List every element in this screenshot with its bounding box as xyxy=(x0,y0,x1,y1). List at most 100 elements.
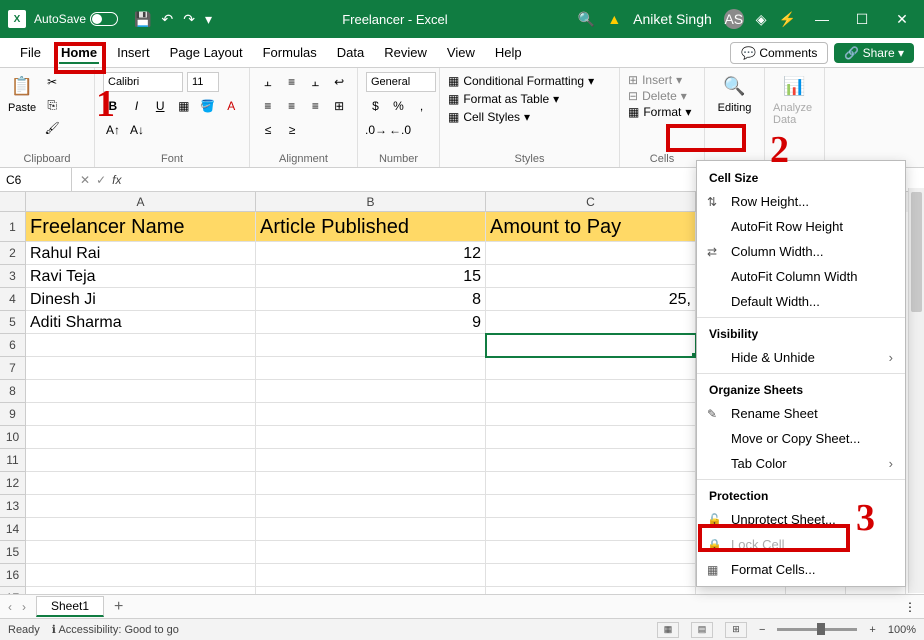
add-sheet-button[interactable]: + xyxy=(114,598,123,616)
menu-move-copy-sheet[interactable]: Move or Copy Sheet... xyxy=(697,426,905,451)
row-head[interactable]: 1 xyxy=(0,212,26,242)
autosave-toggle[interactable]: AutoSave xyxy=(34,12,118,26)
cell[interactable] xyxy=(256,449,486,472)
menu-rename-sheet[interactable]: ✎Rename Sheet xyxy=(697,401,905,426)
align-middle-icon[interactable]: ≡ xyxy=(282,72,302,92)
decrease-decimal-icon[interactable]: ←.0 xyxy=(390,120,410,140)
comma-icon[interactable]: , xyxy=(412,96,431,116)
bold-button[interactable]: B xyxy=(103,96,123,116)
row-head[interactable]: 7 xyxy=(0,357,26,380)
indent-left-icon[interactable]: ≤ xyxy=(258,120,278,140)
cell[interactable] xyxy=(26,380,256,403)
row-head[interactable]: 16 xyxy=(0,564,26,587)
zoom-level[interactable]: 100% xyxy=(888,624,916,636)
analyze-data-button[interactable]: 📊 Analyze Data xyxy=(773,72,816,126)
copy-icon[interactable]: ⎘ xyxy=(42,95,62,115)
align-right-icon[interactable]: ≡ xyxy=(306,96,326,116)
accessibility-status[interactable]: ℹ Accessibility: Good to go xyxy=(52,623,179,636)
tab-file[interactable]: File xyxy=(10,41,51,64)
selected-cell[interactable] xyxy=(486,334,696,357)
cells-insert-button[interactable]: ⊞ Insert ▾ xyxy=(628,72,696,88)
diamond-icon[interactable]: ◈ xyxy=(756,11,767,28)
cell[interactable] xyxy=(486,357,696,380)
cell[interactable] xyxy=(256,495,486,518)
cell[interactable] xyxy=(256,380,486,403)
cell[interactable] xyxy=(486,541,696,564)
col-head-c[interactable]: C xyxy=(486,192,696,212)
cell[interactable]: Ravi Teja xyxy=(26,265,256,288)
cell[interactable] xyxy=(486,495,696,518)
zoom-slider[interactable] xyxy=(777,628,857,631)
select-all-corner[interactable] xyxy=(0,192,26,212)
currency-icon[interactable]: $ xyxy=(366,96,385,116)
align-center-icon[interactable]: ≡ xyxy=(282,96,302,116)
underline-button[interactable]: U xyxy=(150,96,170,116)
tab-review[interactable]: Review xyxy=(374,41,437,64)
font-color-button[interactable]: A xyxy=(221,96,241,116)
zoom-in-button[interactable]: + xyxy=(869,624,875,636)
cell[interactable] xyxy=(26,334,256,357)
cell[interactable] xyxy=(846,587,906,594)
menu-format-cells[interactable]: ▦Format Cells... xyxy=(697,557,905,582)
cell[interactable] xyxy=(256,587,486,594)
col-head-a[interactable]: A xyxy=(26,192,256,212)
cell[interactable] xyxy=(486,380,696,403)
cell[interactable] xyxy=(26,449,256,472)
cut-icon[interactable]: ✂ xyxy=(42,72,62,92)
minimize-button[interactable]: — xyxy=(808,11,836,27)
format-painter-icon[interactable]: 🖌 xyxy=(42,118,62,138)
row-head[interactable]: 5 xyxy=(0,311,26,334)
cell[interactable] xyxy=(256,518,486,541)
normal-view-button[interactable]: ▦ xyxy=(657,622,679,638)
row-head[interactable]: 14 xyxy=(0,518,26,541)
enter-formula-icon[interactable]: ✓ xyxy=(96,173,106,187)
username[interactable]: Aniket Singh xyxy=(633,11,712,27)
row-head[interactable]: 17 xyxy=(0,587,26,594)
cell[interactable] xyxy=(26,495,256,518)
cell[interactable] xyxy=(486,242,696,265)
cell[interactable] xyxy=(256,541,486,564)
sheet-nav-prev[interactable]: ‹ xyxy=(8,600,12,614)
menu-default-width[interactable]: Default Width... xyxy=(697,289,905,314)
row-head[interactable]: 13 xyxy=(0,495,26,518)
cell[interactable] xyxy=(256,357,486,380)
cell[interactable]: 8 xyxy=(256,288,486,311)
cell[interactable]: Dinesh Ji xyxy=(26,288,256,311)
tab-home[interactable]: Home xyxy=(51,41,107,64)
row-head[interactable]: 10 xyxy=(0,426,26,449)
paste-button[interactable]: 📋 Paste xyxy=(8,72,36,114)
cell[interactable]: 15 xyxy=(256,265,486,288)
row-head[interactable]: 11 xyxy=(0,449,26,472)
qat-dropdown-icon[interactable]: ▾ xyxy=(205,11,212,28)
cell[interactable] xyxy=(26,587,256,594)
page-break-view-button[interactable]: ⊞ xyxy=(725,622,747,638)
vertical-scrollbar[interactable] xyxy=(908,188,924,593)
cell[interactable]: Freelancer Name xyxy=(26,212,256,242)
wrap-text-icon[interactable]: ↩ xyxy=(329,72,349,92)
menu-unprotect-sheet[interactable]: 🔓Unprotect Sheet... xyxy=(697,507,905,532)
cell[interactable] xyxy=(486,449,696,472)
cell[interactable]: Rahul Rai xyxy=(26,242,256,265)
cell[interactable] xyxy=(486,403,696,426)
font-size-dropdown[interactable]: 11 xyxy=(187,72,219,92)
conditional-formatting-button[interactable]: ▦ Conditional Formatting ▾ xyxy=(448,72,611,90)
align-left-icon[interactable]: ≡ xyxy=(258,96,278,116)
cell[interactable] xyxy=(486,587,696,594)
fx-icon[interactable]: fx xyxy=(112,173,121,187)
row-head[interactable]: 15 xyxy=(0,541,26,564)
row-head[interactable]: 6 xyxy=(0,334,26,357)
align-bottom-icon[interactable]: ⫠ xyxy=(306,72,326,92)
page-layout-view-button[interactable]: ▤ xyxy=(691,622,713,638)
editing-button[interactable]: 🔍 Editing xyxy=(713,72,756,114)
tab-data[interactable]: Data xyxy=(327,41,374,64)
menu-row-height[interactable]: ⇅Row Height... xyxy=(697,189,905,214)
tab-insert[interactable]: Insert xyxy=(107,41,160,64)
menu-column-width[interactable]: ⇄Column Width... xyxy=(697,239,905,264)
decrease-font-icon[interactable]: A↓ xyxy=(127,120,147,140)
sheet-nav-next[interactable]: › xyxy=(22,600,26,614)
cell[interactable] xyxy=(486,472,696,495)
row-head[interactable]: 8 xyxy=(0,380,26,403)
cell[interactable] xyxy=(256,403,486,426)
cell[interactable] xyxy=(696,587,786,594)
align-top-icon[interactable]: ⫠ xyxy=(258,72,278,92)
